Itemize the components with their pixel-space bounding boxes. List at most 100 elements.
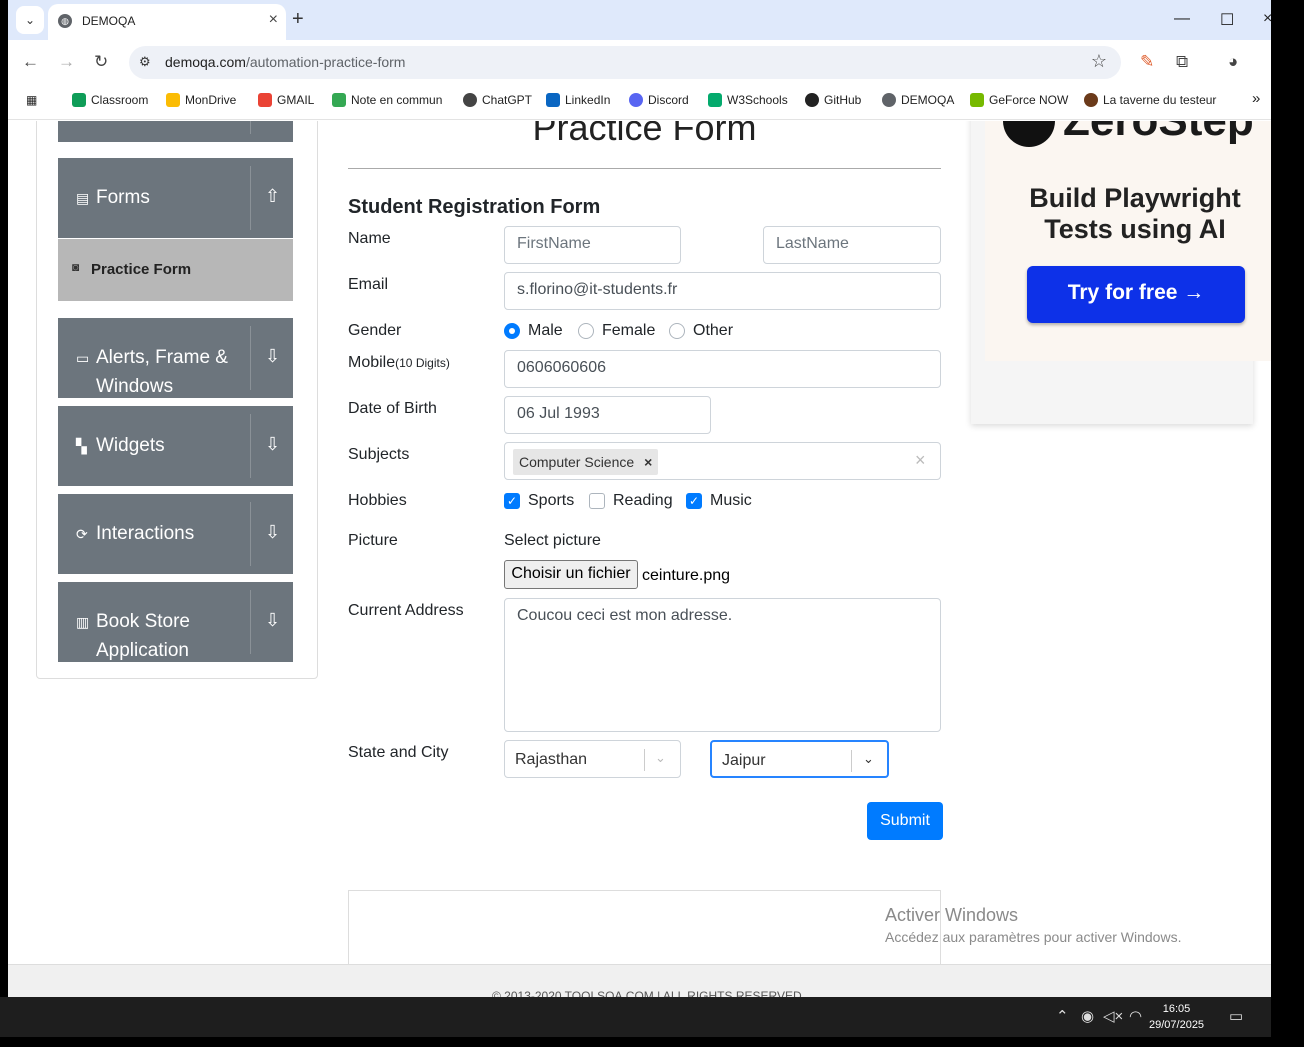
extension-pencil-icon[interactable]: ✎ <box>1140 52 1154 72</box>
expand-arrow-icon[interactable]: ⇩ <box>265 346 280 367</box>
subjects-input[interactable]: Computer Science × × <box>504 442 941 480</box>
bookmarks-bar: ▦ Classroom MonDrive GMAIL Note en commu… <box>8 82 1271 120</box>
checkbox-unchecked[interactable] <box>589 493 605 509</box>
state-select[interactable]: Rajasthan ⌄ <box>504 740 681 778</box>
extensions-puzzle-icon[interactable]: ⧉ <box>1176 52 1188 72</box>
bookmark-mondrive[interactable]: MonDrive <box>166 93 236 107</box>
bookmark-demoqa[interactable]: DEMOQA <box>882 93 954 107</box>
group-label: Forms <box>96 187 150 208</box>
checkbox-checked[interactable]: ✓ <box>686 493 702 509</box>
city-select[interactable]: Jaipur ⌄ <box>710 740 889 778</box>
clock[interactable]: 16:05 29/07/2025 <box>1149 1001 1204 1033</box>
last-name-input[interactable]: LastName <box>763 226 941 264</box>
ad-headline: Build Playwright Tests using AI <box>1029 183 1241 244</box>
hobbies-label: Hobbies <box>348 492 407 509</box>
group-label: Windows <box>96 376 174 397</box>
speaker-muted-icon[interactable]: ◁× <box>1103 1007 1123 1025</box>
meet-now-icon[interactable]: ◉ <box>1081 1007 1094 1025</box>
gender-radio-male[interactable]: Male <box>504 322 563 340</box>
email-input[interactable]: s.florino@it-students.fr <box>504 272 941 310</box>
sidebar-group-bookstore[interactable]: ▥ Book Store Application ⇩ <box>58 582 293 662</box>
bookmark-chatgpt[interactable]: ChatGPT <box>463 93 532 107</box>
chevron-up-icon[interactable]: ⌃ <box>1056 1007 1069 1025</box>
html-icon: ◙ <box>72 260 80 274</box>
group-label: Application <box>96 640 189 661</box>
date-of-birth-input[interactable]: 06 Jul 1993 <box>504 396 711 434</box>
apps-grid-icon[interactable]: ▦ <box>26 93 37 107</box>
address-bar[interactable]: ⚙ demoqa.com/automation-practice-form ☆ <box>129 46 1121 79</box>
linkedin-icon <box>546 93 560 107</box>
tab-search-button[interactable]: ⌄ <box>16 6 44 34</box>
divider <box>348 168 941 169</box>
bookmark-taverne[interactable]: La taverne du testeur <box>1084 93 1216 107</box>
chatgpt-icon <box>463 93 477 107</box>
remove-chip-icon[interactable]: × <box>644 454 652 470</box>
chevron-down-icon[interactable]: ⌄ <box>863 751 874 767</box>
wifi-icon[interactable]: ◠ <box>1129 1007 1142 1025</box>
page-content: ▤ Forms ⇧ ◙ Practice Form ▭ Alerts, Fram… <box>8 121 1271 964</box>
forward-icon[interactable]: → <box>58 52 75 72</box>
sidebar-group-interactions[interactable]: ⟳ Interactions ⇩ <box>58 494 293 574</box>
radio-checked[interactable] <box>504 323 520 339</box>
mobile-input[interactable]: 0606060606 <box>504 350 941 388</box>
sidebar-group-forms[interactable]: ▤ Forms ⇧ <box>58 158 293 238</box>
submit-button[interactable]: Submit <box>867 802 943 840</box>
group-label: Alerts, Frame & <box>96 347 228 368</box>
notifications-icon[interactable]: ▭ <box>1229 1007 1243 1025</box>
bookmark-note[interactable]: Note en commun <box>332 93 442 107</box>
chevron-down-icon[interactable]: ⌄ <box>655 750 666 766</box>
close-tab-icon[interactable]: × <box>269 11 278 29</box>
bookmark-github[interactable]: GitHub <box>805 93 861 107</box>
w3schools-icon <box>708 93 722 107</box>
more-bookmarks-icon[interactable]: » <box>1252 90 1260 107</box>
collapse-arrow-icon[interactable]: ⇧ <box>265 186 280 207</box>
sidebar-item-practice-form[interactable]: ◙ Practice Form <box>58 239 293 301</box>
bookmark-discord[interactable]: Discord <box>629 93 689 107</box>
gender-radio-other[interactable]: Other <box>669 322 733 340</box>
reload-icon[interactable]: ↻ <box>94 52 108 72</box>
divider <box>250 121 251 134</box>
first-name-input[interactable]: FirstName <box>504 226 681 264</box>
bookmark-linkedin[interactable]: LinkedIn <box>546 93 610 107</box>
drive-icon <box>332 93 346 107</box>
advertisement[interactable]: ZeroStep Build PlaywrightTests using AI … <box>971 121 1271 424</box>
clear-icon[interactable]: × <box>915 450 926 471</box>
hobby-checkbox-reading[interactable]: Reading <box>589 492 673 510</box>
bookmark-w3schools[interactable]: W3Schools <box>708 93 788 107</box>
maximize-icon[interactable]: ☐ <box>1220 10 1234 30</box>
tab-demoqa[interactable]: ◍ DEMOQA × <box>48 4 286 40</box>
globe-icon: ◍ <box>58 14 72 28</box>
choose-file-button[interactable]: Choisir un fichier <box>504 560 638 589</box>
hobby-checkbox-music[interactable]: ✓ Music <box>686 492 752 510</box>
try-for-free-button[interactable]: Try for free → <box>1027 266 1245 323</box>
radio-unchecked[interactable] <box>669 323 685 339</box>
gender-radio-female[interactable]: Female <box>578 322 655 340</box>
divider <box>250 414 251 478</box>
select-picture-label: Select picture <box>504 532 601 549</box>
profile-avatar[interactable]: ◕ <box>1228 52 1238 72</box>
expand-arrow-icon[interactable]: ⇩ <box>265 522 280 543</box>
name-label: Name <box>348 230 391 247</box>
bookmark-classroom[interactable]: Classroom <box>72 93 148 107</box>
site-settings-icon[interactable]: ⚙ <box>139 54 151 70</box>
bookmark-star-icon[interactable]: ☆ <box>1091 51 1107 72</box>
new-tab-button[interactable]: + <box>292 8 304 31</box>
minimize-icon[interactable]: — <box>1174 10 1190 28</box>
sidebar-group-elements[interactable] <box>58 121 293 142</box>
radio-unchecked[interactable] <box>578 323 594 339</box>
expand-arrow-icon[interactable]: ⇩ <box>265 434 280 455</box>
activate-windows-title: Activer Windows <box>885 905 1019 925</box>
subject-chip: Computer Science × <box>513 449 659 475</box>
gmail-icon <box>258 93 272 107</box>
bookmark-gmail[interactable]: GMAIL <box>258 93 314 107</box>
back-icon[interactable]: ← <box>22 52 39 72</box>
hobby-checkbox-sports[interactable]: ✓ Sports <box>504 492 574 510</box>
expand-arrow-icon[interactable]: ⇩ <box>265 610 280 631</box>
github-icon <box>805 93 819 107</box>
close-window-icon[interactable]: × <box>1263 10 1271 28</box>
checkbox-checked[interactable]: ✓ <box>504 493 520 509</box>
sidebar-group-widgets[interactable]: ▚ Widgets ⇩ <box>58 406 293 486</box>
current-address-textarea[interactable]: Coucou ceci est mon adresse. <box>504 598 941 732</box>
sidebar-group-alerts[interactable]: ▭ Alerts, Frame & Windows ⇩ <box>58 318 293 398</box>
bookmark-geforce[interactable]: GeForce NOW <box>970 93 1068 107</box>
